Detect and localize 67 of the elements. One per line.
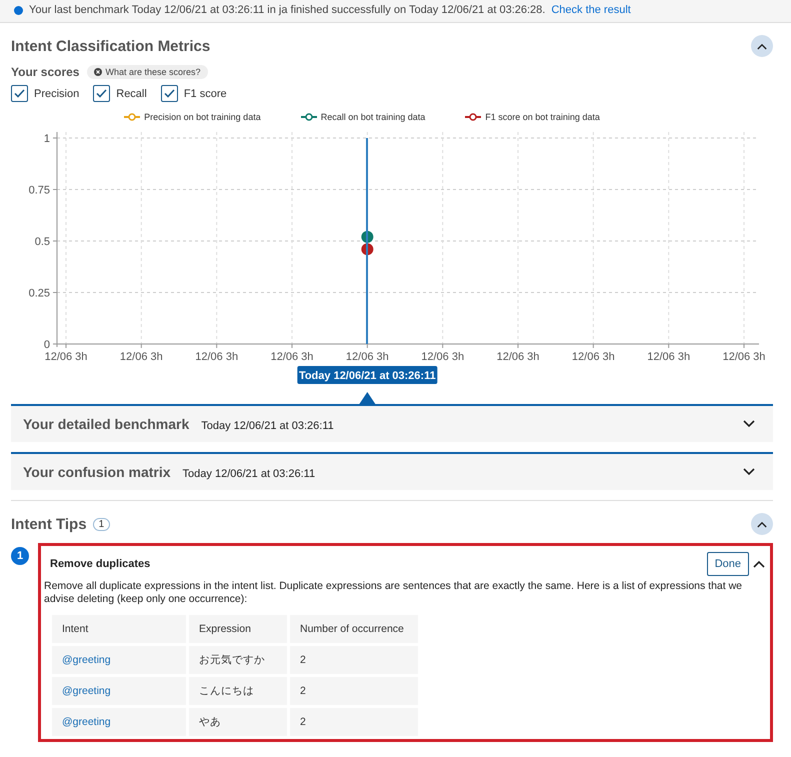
- collapse-button[interactable]: [751, 513, 773, 535]
- checkbox[interactable]: [93, 85, 110, 102]
- chevron-icon[interactable]: [757, 42, 767, 50]
- legend-label: Precision on bot training data: [144, 112, 261, 122]
- banner-text: Your last benchmark Today 12/06/21 at 03:26:11 in ja finished successfully on Today 12/06/21 at 03:26:28.: [29, 4, 546, 16]
- collapse-button[interactable]: [751, 35, 773, 57]
- intent-link[interactable]: @greeting: [52, 677, 186, 706]
- y-tick-label: 0.25: [28, 288, 50, 300]
- section-title: Intent Classification Metrics: [11, 38, 210, 54]
- x-tick-label: 12/06 3h: [421, 351, 464, 363]
- step-number: 1: [11, 547, 29, 565]
- table-cell: 2: [290, 646, 418, 674]
- tip-description: Remove all duplicate expressions in the intent list. Duplicate expressions are sentences that are exactly the same. Here is a list of expressions that we advise deleting (keep only one occurrence):: [43, 580, 744, 608]
- legend-label: F1 score on bot training data: [485, 112, 600, 122]
- section-title: Intent Tips: [11, 516, 87, 532]
- pointer-triangle: [359, 392, 376, 404]
- y-tick-label: 0.5: [34, 236, 50, 248]
- check-icon: [14, 89, 25, 98]
- x-tick-label: 12/06 3h: [195, 351, 238, 363]
- x-tick-label: 12/06 3h: [346, 351, 389, 363]
- scores-label: Your scores: [11, 65, 80, 79]
- chevron-icon[interactable]: [753, 560, 765, 568]
- table-cell: お元気ですか: [189, 646, 287, 674]
- info-dot-icon: [14, 6, 23, 14]
- y-tick-label: 1: [44, 133, 50, 145]
- tip-title: Remove duplicates: [50, 558, 150, 570]
- x-tick-label: 12/06 3h: [647, 351, 690, 363]
- y-tick-label: 0.75: [28, 184, 50, 196]
- accordion-header[interactable]: Your detailed benchmark Today 12/06/21 at 03:26:11: [11, 404, 773, 442]
- table-cell: やあ: [189, 708, 287, 736]
- x-tick-label: 12/06 3h: [572, 351, 615, 363]
- x-tick-label: 12/06 3h: [496, 351, 540, 363]
- count-badge: 1: [92, 518, 110, 530]
- accordion-date: Today 12/06/21 at 03:26:11: [201, 418, 335, 432]
- legend-label: Recall on bot training data: [320, 112, 426, 122]
- chevron-icon[interactable]: [757, 520, 767, 528]
- chevron-icon[interactable]: [743, 420, 755, 428]
- x-tick-label: 12/06 3h: [270, 351, 314, 363]
- checkbox[interactable]: [11, 85, 28, 102]
- info-icon: [94, 68, 102, 76]
- check-result-link[interactable]: Check the result: [551, 4, 631, 16]
- done-button[interactable]: Done: [706, 552, 749, 576]
- checkbox-label: Precision: [34, 88, 80, 100]
- intent-link[interactable]: @greeting: [52, 708, 186, 736]
- check-icon: [164, 89, 175, 98]
- table-cell: 2: [290, 677, 418, 706]
- checkbox[interactable]: [160, 85, 178, 102]
- chevron-icon[interactable]: [743, 468, 755, 476]
- date-marker-label: Today 12/06/21 at 03:26:11: [297, 366, 438, 384]
- help-chip[interactable]: What are these scores?: [87, 65, 208, 79]
- check-icon: [96, 89, 108, 98]
- checkbox-label: Recall: [116, 88, 147, 100]
- table-cell: 2: [290, 708, 418, 736]
- column-header: Intent: [52, 615, 186, 644]
- accordion-title: Your confusion matrix: [23, 464, 171, 480]
- x-tick-label: 12/06 3h: [120, 351, 163, 363]
- accordion-title: Your detailed benchmark: [23, 416, 190, 432]
- accordion-header[interactable]: Your confusion matrix Today 12/06/21 at 03:26:11: [11, 452, 773, 490]
- accordion-date: Today 12/06/21 at 03:26:11: [182, 466, 316, 480]
- y-tick-label: 0: [44, 339, 50, 351]
- intent-link[interactable]: @greeting: [52, 646, 186, 674]
- x-tick-label: 12/06 3h: [44, 351, 88, 363]
- table-cell: こんにちは: [189, 677, 287, 706]
- x-tick-label: 12/06 3h: [722, 351, 766, 363]
- column-header: Number of occurrence: [290, 615, 418, 644]
- column-header: Expression: [189, 615, 287, 644]
- checkbox-label: F1 score: [184, 88, 227, 100]
